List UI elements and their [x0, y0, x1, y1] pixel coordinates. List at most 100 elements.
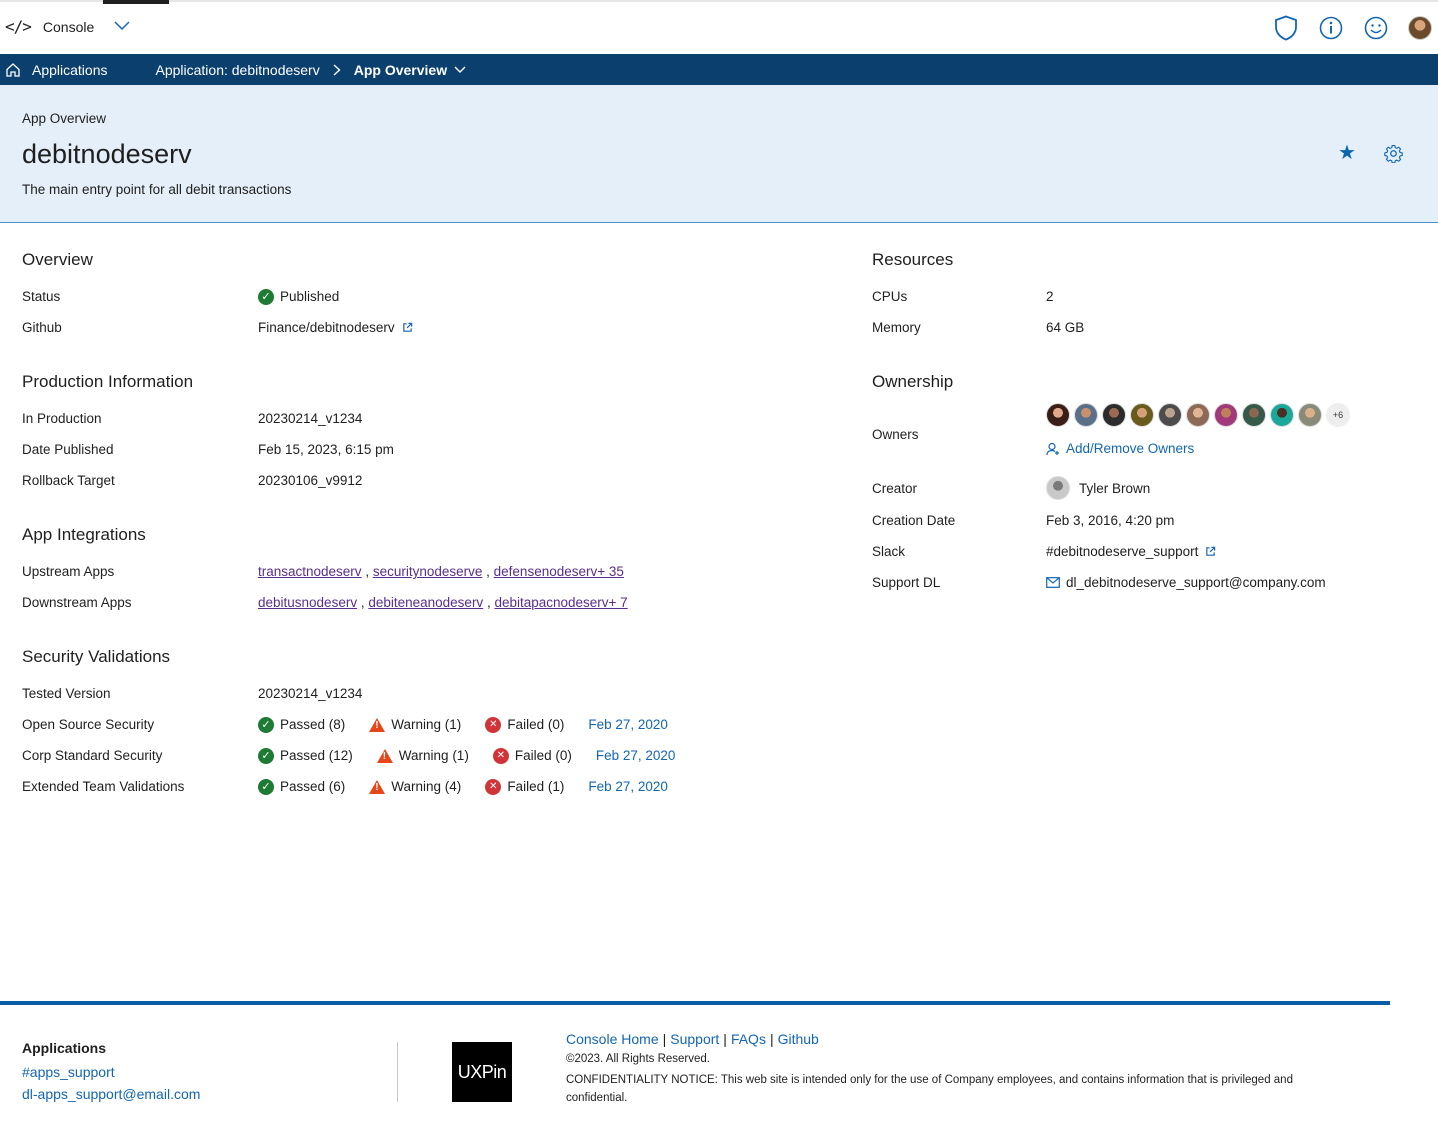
avatar[interactable]: [1046, 476, 1070, 500]
passed-count: Passed (6): [280, 779, 346, 794]
ownership-heading: Ownership: [872, 372, 954, 391]
avatar[interactable]: [1242, 403, 1266, 427]
avatar[interactable]: [1214, 403, 1238, 427]
footer-link-github[interactable]: Github: [778, 1031, 819, 1047]
code-icon: </>: [5, 17, 32, 36]
upstream-link[interactable]: securitynodeserve: [373, 564, 483, 579]
slack-link[interactable]: #debitnodeserve_support: [1046, 544, 1216, 559]
avatar[interactable]: [1046, 403, 1070, 427]
gear-icon[interactable]: [1384, 144, 1403, 166]
warning-icon: [369, 779, 386, 794]
cpus-label: CPUs: [872, 289, 908, 304]
avatar[interactable]: [1298, 403, 1322, 427]
footer-divider-bar: [0, 1001, 1390, 1005]
security-section: Security Validations Tested Version 2023…: [22, 647, 675, 802]
support-dl-label: Support DL: [872, 575, 941, 590]
warning-count: Warning (1): [398, 748, 469, 763]
downstream-list: debitusnodeserv , debiteneanodeserv , de…: [258, 595, 628, 610]
downstream-link[interactable]: debitusnodeserv: [258, 595, 357, 610]
star-icon[interactable]: ★: [1338, 143, 1356, 163]
security-row-label: Extended Team Validations: [22, 779, 185, 794]
warning-count: Warning (4): [391, 779, 462, 794]
footer-email-link[interactable]: dl-apps_support@email.com: [22, 1086, 200, 1102]
rollback-label: Rollback Target: [22, 473, 115, 488]
production-section: Production Information In Production 202…: [22, 372, 394, 496]
page-header: App Overview debitnodeserv The main entr…: [0, 85, 1438, 223]
avatar[interactable]: [1158, 403, 1182, 427]
warning-count: Warning (1): [391, 717, 462, 732]
footer-link-console-home[interactable]: Console Home: [566, 1031, 659, 1047]
breadcrumb-applications[interactable]: Applications: [32, 62, 108, 78]
add-remove-owners-button[interactable]: Add/Remove Owners: [1046, 441, 1350, 456]
memory-value: 64 GB: [1046, 320, 1085, 335]
security-date-link[interactable]: Feb 27, 2020: [588, 779, 668, 794]
github-value: Finance/debitnodeserv: [258, 320, 395, 335]
failed-count: Failed (0): [514, 748, 572, 763]
upstream-more-link[interactable]: defensenodeserv+ 35: [494, 564, 624, 579]
confidentiality-notice: CONFIDENTIALITY NOTICE: This web site is…: [566, 1074, 1293, 1104]
footer-link-faqs[interactable]: FAQs: [731, 1031, 766, 1047]
security-row-label: Open Source Security: [22, 717, 155, 732]
support-dl-link[interactable]: dl_debitnodeserve_support@company.com: [1046, 575, 1326, 590]
warning-icon: [369, 717, 386, 732]
user-avatar[interactable]: [1408, 16, 1432, 40]
upstream-list: transactnodeserv , securitynodeserve , d…: [258, 564, 624, 579]
home-icon[interactable]: [5, 62, 21, 78]
footer-contact: Applications #apps_support dl-apps_suppo…: [22, 1040, 200, 1108]
check-circle-icon: ✓: [258, 288, 274, 305]
creator-label: Creator: [872, 480, 918, 496]
footer-separator: [397, 1042, 398, 1102]
downstream-more-link[interactable]: debitapacnodeserv+ 7: [494, 595, 627, 610]
creation-date-label: Creation Date: [872, 513, 956, 528]
owners-label: Owners: [872, 427, 919, 442]
breadcrumb-application[interactable]: Application: debitnodeserv: [156, 62, 320, 78]
github-link[interactable]: Finance/debitnodeserv: [258, 320, 413, 335]
console-menu[interactable]: </> Console: [5, 17, 130, 36]
check-circle-icon: ✓: [258, 716, 274, 733]
top-bar: </> Console: [0, 0, 1438, 54]
creation-date-link[interactable]: Feb 3, 2016, 4:20 pm: [1046, 513, 1174, 528]
security-date-link[interactable]: Feb 27, 2020: [596, 748, 676, 763]
security-row: Extended Team Validations ✓ Passed (6) Wa…: [22, 771, 675, 802]
avatar[interactable]: [1186, 403, 1210, 427]
error-circle-icon: ✕: [492, 747, 509, 764]
security-date-link[interactable]: Feb 27, 2020: [588, 717, 668, 732]
avatar[interactable]: [1270, 403, 1294, 427]
shield-icon[interactable]: [1273, 15, 1299, 41]
owners-avatars: +6: [1046, 403, 1350, 427]
check-circle-icon: ✓: [258, 778, 274, 795]
creator-name: Tyler Brown: [1079, 480, 1151, 496]
memory-label: Memory: [872, 320, 921, 335]
more-owners-badge[interactable]: +6: [1326, 403, 1350, 427]
check-circle-icon: ✓: [258, 747, 274, 764]
smiley-icon[interactable]: [1363, 15, 1389, 41]
resources-section: Resources CPUs 2 Memory 64 GB: [872, 250, 1084, 343]
upstream-link[interactable]: transactnodeserv: [258, 564, 362, 579]
in-production-link[interactable]: 20230214_v1234: [258, 411, 362, 426]
external-link-icon: [402, 322, 413, 333]
integrations-section: App Integrations Upstream Apps transactn…: [22, 525, 628, 618]
breadcrumb-current[interactable]: App Overview: [354, 62, 466, 78]
overview-heading: Overview: [22, 250, 93, 269]
upstream-label: Upstream Apps: [22, 564, 115, 579]
rollback-link[interactable]: 20230106_v9912: [258, 473, 362, 488]
page-eyebrow: App Overview: [22, 111, 107, 126]
avatar[interactable]: [1074, 403, 1098, 427]
footer-link-support[interactable]: Support: [670, 1031, 719, 1047]
date-published-link[interactable]: Feb 15, 2023, 6:15 pm: [258, 442, 394, 457]
downstream-link[interactable]: debiteneanodeserv: [368, 595, 483, 610]
footer-slack-link[interactable]: #apps_support: [22, 1064, 200, 1080]
error-circle-icon: ✕: [485, 778, 502, 795]
avatar[interactable]: [1130, 403, 1154, 427]
status-label: Status: [22, 289, 61, 304]
info-icon[interactable]: [1318, 15, 1344, 41]
footer-links: Console Home | Support | FAQs | Github: [566, 1031, 819, 1047]
page-title: debitnodeserv: [22, 139, 192, 169]
uxpin-logo: UXPin: [452, 1042, 512, 1102]
ownership-section: Ownership Owners +6 Add/Remove Owners Cr…: [872, 372, 1350, 598]
avatar[interactable]: [1102, 403, 1126, 427]
slack-label: Slack: [872, 544, 906, 559]
status-value: Published: [280, 289, 340, 304]
tested-version-link[interactable]: 20230214_v1234: [258, 686, 362, 701]
overview-section: Overview Status ✓ Published Github Finan…: [22, 250, 413, 343]
